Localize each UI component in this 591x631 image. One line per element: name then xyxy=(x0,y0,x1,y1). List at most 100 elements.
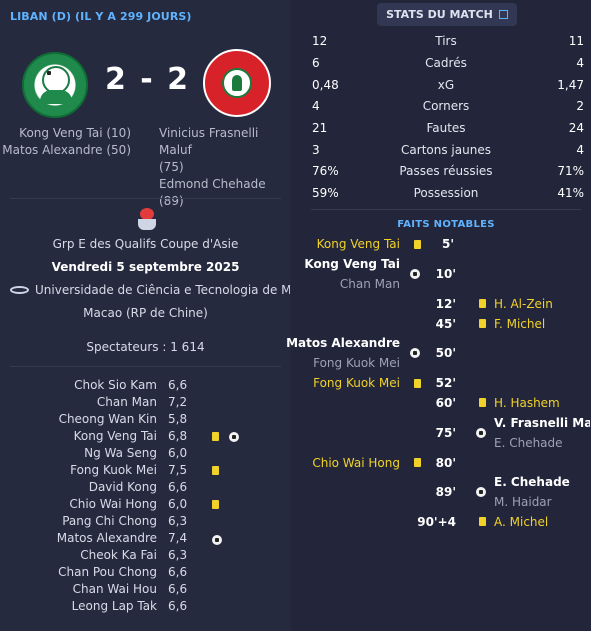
player-row[interactable]: Ng Wa Seng 6,0 xyxy=(0,445,291,462)
stat-away: 11 xyxy=(568,34,584,48)
stat-away: 41% xyxy=(557,186,584,200)
football-icon xyxy=(212,535,222,545)
competition-name[interactable]: Grp E des Qualifs Coupe d'Asie xyxy=(0,237,291,251)
football-icon xyxy=(476,487,486,497)
divider xyxy=(10,366,281,367)
player-name: Pang Chi Chong xyxy=(62,514,157,528)
player-row[interactable]: Leong Lap Tak 6,6 xyxy=(0,598,291,615)
yellow-card-icon xyxy=(479,517,486,526)
stat-row: 6 Cadrés 4 xyxy=(301,53,591,75)
player-rating: 6,8 xyxy=(168,429,188,443)
stat-label: Passes réussies xyxy=(399,164,493,178)
player-ratings-list: Chok Sio Kam 6,6 Chan Man 7,2 Cheong Wan K… xyxy=(0,377,291,615)
yellow-card-icon xyxy=(479,319,486,328)
player-row[interactable]: Pang Chi Chong 6,3 xyxy=(0,513,291,530)
event-player[interactable]: Chio Wai Hong xyxy=(312,456,400,470)
player-rating: 6,0 xyxy=(168,446,188,460)
event-player[interactable]: Fong Kuok Mei xyxy=(313,376,400,390)
player-rating: 6,6 xyxy=(168,599,188,613)
home-scorer[interactable]: Matos Alexandre (50) xyxy=(2,142,131,159)
stat-away: 4 xyxy=(576,143,584,157)
event-assist[interactable]: Chan Man xyxy=(340,277,400,291)
event-player[interactable]: H. Al-Zein xyxy=(494,297,553,311)
match-date: Vendredi 5 septembre 2025 xyxy=(51,260,240,274)
match-stats-button[interactable]: STATS DU MATCH xyxy=(377,3,517,26)
yellow-card-icon xyxy=(212,466,219,475)
football-icon xyxy=(229,432,239,442)
player-name: David Kong xyxy=(88,480,157,494)
player-name: Cheok Ka Fai xyxy=(80,548,157,562)
event-minute: 89' xyxy=(435,485,456,499)
event-minute: 90'+4 xyxy=(417,515,456,529)
yellow-card-icon xyxy=(212,500,219,509)
player-row[interactable]: Cheok Ka Fai 6,3 xyxy=(0,547,291,564)
home-team-crest-icon[interactable] xyxy=(22,52,88,118)
player-rating: 6,6 xyxy=(168,582,188,596)
event-assist[interactable]: E. Chehade xyxy=(494,436,563,450)
match-score: 2 - 2 xyxy=(104,62,191,97)
player-row[interactable]: David Kong 6,6 xyxy=(0,479,291,496)
player-name: Chan Pou Chong xyxy=(58,565,157,579)
stat-row: 0,48 xG 1,47 xyxy=(301,75,591,97)
event-player[interactable]: Kong Veng Tai xyxy=(317,237,400,251)
event-player[interactable]: Matos Alexandre xyxy=(286,336,400,350)
event-minute: 60' xyxy=(435,396,456,410)
player-rating: 6,3 xyxy=(168,514,188,528)
stat-away: 71% xyxy=(557,164,584,178)
event-minute: 80' xyxy=(435,456,456,470)
stat-row: 21 Fautes 24 xyxy=(301,118,591,140)
player-rating: 6,6 xyxy=(168,565,188,579)
player-rating: 6,6 xyxy=(168,378,188,392)
player-row[interactable]: Kong Veng Tai 6,8 xyxy=(0,428,291,445)
event-player[interactable]: A. Michel xyxy=(494,515,548,529)
match-summary-panel: LIBAN (D) (IL Y A 299 JOURS) 2 - 2 Kong … xyxy=(0,0,291,631)
away-team-crest-icon[interactable] xyxy=(203,49,271,117)
stat-row: 59% Possession 41% xyxy=(301,183,591,205)
player-rating: 7,2 xyxy=(168,395,188,409)
yellow-card-icon xyxy=(479,398,486,407)
divider xyxy=(311,209,581,210)
stadium-icon xyxy=(10,285,29,294)
player-name: Chok Sio Kam xyxy=(74,378,157,392)
player-row[interactable]: Chok Sio Kam 6,6 xyxy=(0,377,291,394)
event-minute: 52' xyxy=(435,376,456,390)
yellow-card-icon xyxy=(212,432,219,441)
spectators: Spectateurs : 1 614 xyxy=(86,340,205,354)
away-scorer[interactable]: Edmond Chehade (89) xyxy=(159,176,289,210)
stat-row: 12 Tirs 11 xyxy=(301,31,591,53)
stat-away: 1,47 xyxy=(557,78,584,92)
stat-away: 4 xyxy=(576,56,584,70)
match-header-title: LIBAN (D) (IL Y A 299 JOURS) xyxy=(10,10,192,23)
player-row[interactable]: Chan Man 7,2 xyxy=(0,394,291,411)
event-assist[interactable]: Fong Kuok Mei xyxy=(313,356,400,370)
event-minute: 45' xyxy=(435,317,456,331)
player-row[interactable]: Cheong Wan Kin 5,8 xyxy=(0,411,291,428)
event-minute: 12' xyxy=(435,297,456,311)
player-row[interactable]: Fong Kuok Mei 7,5 xyxy=(0,462,291,479)
player-rating: 7,5 xyxy=(168,463,188,477)
stat-label: Corners xyxy=(422,99,470,113)
stat-label: Possession xyxy=(413,186,479,200)
player-name: Chan Man xyxy=(96,395,157,409)
stadium-row[interactable]: Universidade de Ciência e Tecnologia de … xyxy=(10,283,290,297)
event-player[interactable]: H. Hashem xyxy=(494,396,560,410)
event-assist[interactable]: M. Haidar xyxy=(494,495,552,509)
event-player[interactable]: F. Michel xyxy=(494,317,545,331)
stat-label: xG xyxy=(437,78,455,92)
stat-away: 2 xyxy=(576,99,584,113)
player-rating: 6,6 xyxy=(168,480,188,494)
player-name: Fong Kuok Mei xyxy=(70,463,157,477)
player-row[interactable]: Matos Alexandre 7,4 xyxy=(0,530,291,547)
player-row[interactable]: Chan Pou Chong 6,6 xyxy=(0,564,291,581)
event-player[interactable]: Kong Veng Tai xyxy=(304,257,400,271)
player-name: Chan Wai Hou xyxy=(72,582,157,596)
player-row[interactable]: Chio Wai Hong 6,0 xyxy=(0,496,291,513)
home-scorers: Kong Veng Tai (10) Matos Alexandre (50) xyxy=(2,125,131,159)
player-name: Kong Veng Tai xyxy=(73,429,157,443)
player-row[interactable]: Chan Wai Hou 6,6 xyxy=(0,581,291,598)
event-player[interactable]: E. Chehade xyxy=(494,475,570,489)
home-scorer[interactable]: Kong Veng Tai (10) xyxy=(2,125,131,142)
event-player[interactable]: V. Frasnelli Mal… xyxy=(494,416,590,430)
stat-away: 24 xyxy=(568,121,584,135)
away-scorer[interactable]: Vinicius Frasnelli Maluf xyxy=(159,125,289,159)
